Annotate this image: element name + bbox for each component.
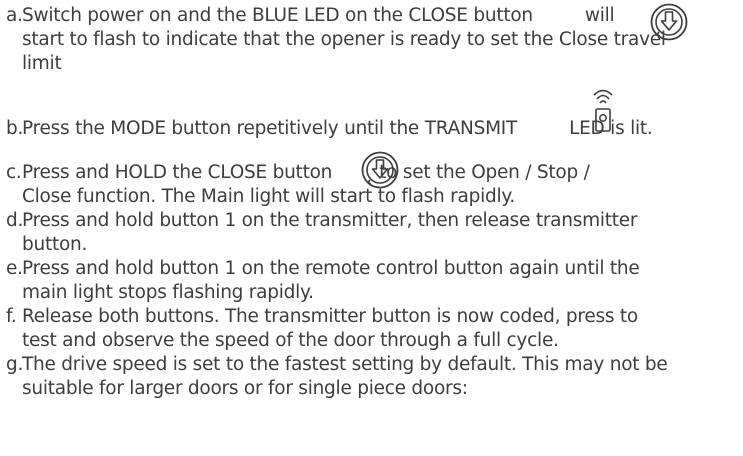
step-f-letter: f. — [6, 306, 17, 327]
step-g-line-1: g.The drive speed is set to the fastest … — [6, 353, 738, 377]
step-c-text-1b: to set the Open / Stop / — [379, 162, 590, 183]
step-f-line-1: f. Release both buttons. The transmitter … — [6, 305, 738, 329]
step-a-line-3: limit — [22, 53, 62, 74]
step-e-letter: e. — [6, 258, 23, 279]
step-d-text-1: Press and hold button 1 on the transmitt… — [22, 210, 638, 231]
step-c-text-1: Press and HOLD the CLOSE button — [22, 162, 333, 183]
step-a-text-1b: will — [584, 5, 615, 26]
step-a-line-1: a.Switch power on and the BLUE LED on th… — [6, 4, 738, 28]
close-button-icon — [648, 2, 690, 42]
step-d-letter: d. — [6, 210, 24, 231]
step-b: b.Press the MODE button repetitively unt… — [6, 117, 738, 141]
step-d-line-2: button. — [22, 234, 88, 255]
instruction-page: a.Switch power on and the BLUE LED on th… — [0, 0, 743, 456]
step-g-line-2: suitable for larger doors or for single … — [22, 378, 468, 399]
step-f-text-1: Release both buttons. The transmitter bu… — [22, 306, 638, 327]
step-a: a.Switch power on and the BLUE LED on th… — [6, 4, 738, 76]
step-g-letter: g. — [6, 354, 24, 375]
step-a-letter: a. — [6, 5, 23, 26]
step-e-text-1: Press and hold button 1 on the remote co… — [22, 258, 640, 279]
step-b-letter: b. — [6, 118, 24, 139]
step-b-line-1: b.Press the MODE button repetitively unt… — [6, 117, 738, 141]
step-f: f. Release both buttons. The transmitter … — [6, 305, 738, 353]
step-a-text-1: Switch power on and the BLUE LED on the … — [22, 5, 533, 26]
step-f-line-2: test and observe the speed of the door t… — [22, 330, 559, 351]
step-g-text-1: The drive speed is set to the fastest se… — [22, 354, 668, 375]
step-g: g.The drive speed is set to the fastest … — [6, 353, 738, 401]
step-e-line-1: e.Press and hold button 1 on the remote … — [6, 257, 738, 281]
transmit-led-icon — [590, 85, 616, 135]
step-a-line-2: start to flash to indicate that the open… — [22, 29, 666, 50]
close-button-icon-2 — [359, 150, 401, 190]
step-c-letter: c. — [6, 162, 22, 183]
step-e: e.Press and hold button 1 on the remote … — [6, 257, 738, 305]
step-d-line-1: d.Press and hold button 1 on the transmi… — [6, 209, 738, 233]
step-d: d.Press and hold button 1 on the transmi… — [6, 209, 738, 257]
step-b-text-1: Press the MODE button repetitively until… — [22, 118, 518, 139]
step-e-line-2: main light stops flashing rapidly. — [22, 282, 314, 303]
